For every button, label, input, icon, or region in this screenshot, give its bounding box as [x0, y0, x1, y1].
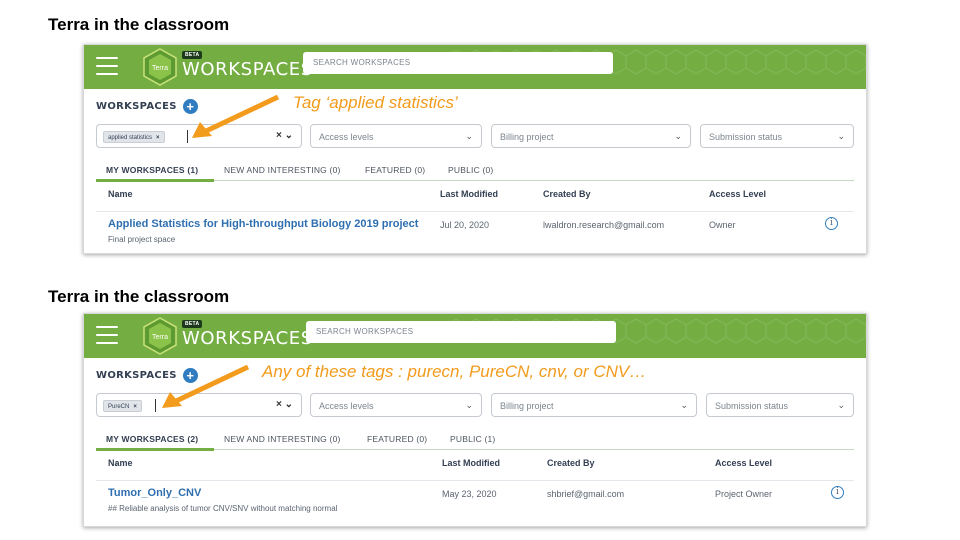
hamburger-menu-icon[interactable]	[96, 57, 118, 75]
column-created-by[interactable]: Created By	[547, 458, 595, 468]
top-bar: Terra BETA WORKSPACES SEARCH WORKSPACES	[84, 314, 866, 358]
access-levels-select[interactable]: Access levels ⌄	[310, 124, 482, 148]
workspace-description: ## Reliable analysis of tumor CNV/SNV wi…	[108, 504, 338, 513]
section-label: WORKSPACES	[96, 101, 177, 112]
logo-text: Terra	[152, 334, 168, 341]
active-tab-indicator	[96, 448, 214, 451]
chevron-down-icon: ⌄	[465, 131, 473, 141]
terra-logo[interactable]: Terra	[142, 48, 178, 86]
last-modified-value: May 23, 2020	[442, 489, 497, 499]
chevron-down-icon: ⌄	[680, 400, 688, 410]
table-row[interactable]: Tumor_Only_CNV ## Reliable analysis of t…	[96, 480, 854, 520]
submission-status-select[interactable]: Submission status ⌄	[700, 124, 854, 148]
brand-title: WORKSPACES	[182, 328, 313, 349]
created-by-value: lwaldron.research@gmail.com	[543, 220, 665, 230]
info-circle-icon[interactable]: i	[831, 486, 844, 499]
tab-new-and-interesting[interactable]: NEW AND INTERESTING (0)	[224, 434, 341, 444]
tag-chip[interactable]: applied statistics ×	[103, 131, 165, 143]
arrow-down-icon: ↓	[114, 189, 119, 199]
arrow-down-icon: ↓	[114, 458, 119, 468]
chevron-down-icon: ⌄	[837, 400, 845, 410]
table-header: Name ↓ Last Modified Created By Access L…	[108, 189, 767, 199]
text-caret	[187, 130, 188, 143]
clear-and-chevron[interactable]: × ⌄	[276, 399, 293, 410]
chevron-down-icon: ⌄	[465, 400, 473, 410]
close-icon[interactable]: ×	[133, 404, 137, 410]
table-row[interactable]: Applied Statistics for High-throughput B…	[96, 211, 854, 251]
table-header: Name ↓ Last Modified Created By Access L…	[108, 458, 773, 468]
tab-featured[interactable]: FEATURED (0)	[367, 434, 427, 444]
billing-project-label: Billing project	[500, 401, 554, 411]
column-last-modified[interactable]: Last Modified	[442, 458, 500, 468]
access-levels-label: Access levels	[319, 132, 374, 142]
tab-my-workspaces[interactable]: MY WORKSPACES (1)	[106, 165, 198, 175]
search-input[interactable]: SEARCH WORKSPACES	[303, 52, 613, 74]
brand-title: WORKSPACES	[182, 59, 313, 80]
column-access-level[interactable]: Access Level	[709, 189, 766, 199]
search-input[interactable]: SEARCH WORKSPACES	[306, 321, 616, 343]
access-level-value: Project Owner	[715, 489, 773, 499]
access-levels-label: Access levels	[319, 401, 374, 411]
last-modified-value: Jul 20, 2020	[440, 220, 490, 230]
tab-new-and-interesting[interactable]: NEW AND INTERESTING (0)	[224, 165, 341, 175]
workspace-name-link[interactable]: Applied Statistics for High-throughput B…	[108, 218, 418, 230]
annotation-text: Any of these tags : purecn, PureCN, cnv,…	[262, 362, 647, 381]
section-header: WORKSPACES +	[96, 99, 198, 114]
submission-status-select[interactable]: Submission status ⌄	[706, 393, 854, 417]
submission-status-label: Submission status	[715, 401, 789, 411]
logo-text: Terra	[152, 65, 168, 72]
workspaces-panel: Terra BETA WORKSPACES SEARCH WORKSPACES …	[83, 44, 867, 254]
info-circle-icon[interactable]: i	[825, 217, 838, 230]
tag-chip[interactable]: PureCN ×	[103, 400, 142, 412]
annotation-text: Tag ‘applied statistics’	[293, 93, 458, 112]
access-level-value: Owner	[709, 220, 736, 230]
text-caret	[155, 399, 156, 412]
terra-logo[interactable]: Terra	[142, 317, 178, 355]
annotation-arrow	[162, 364, 250, 408]
close-icon[interactable]: ×	[156, 135, 160, 141]
tag-chip-label: applied statistics	[108, 135, 153, 141]
slide-title: Terra in the classroom	[48, 15, 230, 34]
slide-title: Terra in the classroom	[48, 287, 230, 306]
tab-my-workspaces[interactable]: MY WORKSPACES (2)	[106, 434, 198, 444]
annotation-arrow	[192, 94, 280, 138]
workspace-tabs: MY WORKSPACES (2) NEW AND INTERESTING (0…	[96, 430, 854, 451]
access-levels-select[interactable]: Access levels ⌄	[310, 393, 482, 417]
column-created-by[interactable]: Created By	[543, 189, 591, 199]
top-bar: Terra BETA WORKSPACES SEARCH WORKSPACES	[84, 45, 866, 89]
tag-chip-label: PureCN	[108, 404, 130, 410]
column-last-modified[interactable]: Last Modified	[440, 189, 498, 199]
billing-project-select[interactable]: Billing project ⌄	[491, 393, 697, 417]
tab-public[interactable]: PUBLIC (1)	[450, 434, 495, 444]
column-access-level[interactable]: Access Level	[715, 458, 772, 468]
submission-status-label: Submission status	[709, 132, 783, 142]
chevron-down-icon: ⌄	[837, 131, 845, 141]
workspace-tabs: MY WORKSPACES (1) NEW AND INTERESTING (0…	[96, 161, 854, 182]
workspace-name-link[interactable]: Tumor_Only_CNV	[108, 487, 201, 499]
active-tab-indicator	[96, 179, 214, 182]
billing-project-label: Billing project	[500, 132, 554, 142]
workspace-description: Final project space	[108, 235, 176, 244]
beta-badge: BETA	[182, 51, 203, 59]
workspaces-panel: Terra BETA WORKSPACES SEARCH WORKSPACES …	[83, 313, 867, 527]
hamburger-menu-icon[interactable]	[96, 326, 118, 344]
billing-project-select[interactable]: Billing project ⌄	[491, 124, 691, 148]
created-by-value: shbrief@gmail.com	[547, 489, 625, 499]
tab-featured[interactable]: FEATURED (0)	[365, 165, 425, 175]
tab-public[interactable]: PUBLIC (0)	[448, 165, 493, 175]
chevron-down-icon: ⌄	[674, 131, 682, 141]
beta-badge: BETA	[182, 320, 203, 328]
